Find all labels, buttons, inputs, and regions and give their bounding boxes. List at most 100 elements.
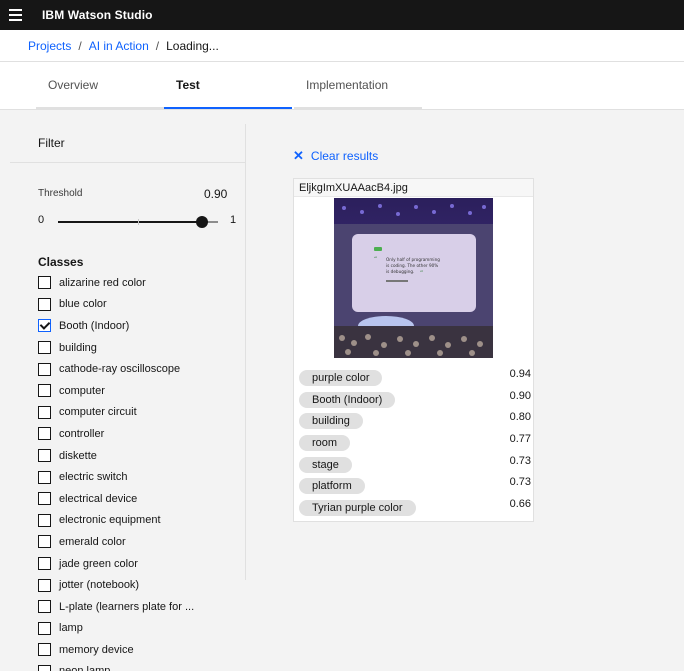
tab-overview[interactable]: Overview — [36, 62, 164, 109]
checkbox[interactable] — [38, 470, 51, 484]
class-filter-item[interactable]: computer circuit — [38, 402, 246, 424]
threshold-slider[interactable] — [58, 216, 218, 228]
class-filter-item[interactable]: cathode-ray oscilloscope — [38, 358, 246, 380]
checkbox[interactable] — [38, 557, 51, 571]
filter-panel: Filter Threshold 0.90 0 1 Classes alizar… — [0, 124, 246, 671]
checkbox[interactable] — [38, 297, 51, 311]
tab-test[interactable]: Test — [164, 62, 292, 109]
checkbox[interactable] — [38, 427, 51, 441]
class-filter-item[interactable]: controller — [38, 423, 246, 445]
checkbox[interactable] — [38, 600, 51, 614]
svg-text:is debugging.: is debugging. — [386, 269, 414, 274]
result-row: platform 0.73 — [299, 476, 531, 498]
class-filter-item[interactable]: memory device — [38, 639, 246, 661]
checkbox[interactable] — [38, 341, 51, 355]
checkbox[interactable] — [38, 621, 51, 635]
confidence-score: 0.66 — [509, 498, 531, 511]
breadcrumb: Projects / AI in Action / Loading... — [0, 30, 684, 62]
checkbox[interactable] — [38, 513, 51, 527]
class-filter-label: cathode-ray oscilloscope — [59, 363, 181, 376]
result-row: room 0.77 — [299, 433, 531, 455]
class-filter-item[interactable]: emerald color — [38, 531, 246, 553]
checkbox[interactable] — [38, 449, 51, 463]
class-filter-label: L-plate (learners plate for ... — [59, 600, 195, 613]
class-filter-label: diskette — [59, 449, 97, 462]
slider-max-label: 1 — [230, 214, 237, 226]
slider-tick — [138, 219, 139, 225]
svg-text:is coding. The other 90%: is coding. The other 90% — [386, 263, 438, 268]
top-header: IBM Watson Studio — [0, 0, 684, 30]
app-title[interactable]: IBM Watson Studio — [42, 8, 153, 22]
slider-thumb[interactable] — [196, 216, 208, 228]
tab-bar: Overview Test Implementation — [0, 62, 684, 110]
class-filter-item[interactable]: Booth (Indoor) — [38, 315, 246, 337]
result-row: Booth (Indoor) 0.90 — [299, 390, 531, 412]
class-filter-label: jade green color — [59, 557, 138, 570]
class-filter-item[interactable]: lamp — [38, 618, 246, 640]
result-row: purple color 0.94 — [299, 368, 531, 390]
checkbox[interactable] — [38, 276, 51, 290]
class-filter-item[interactable]: electric switch — [38, 466, 246, 488]
class-filter-label: computer circuit — [59, 406, 137, 419]
confidence-score: 0.94 — [509, 368, 531, 380]
checkbox[interactable] — [38, 384, 51, 398]
class-tag: platform — [299, 478, 365, 495]
class-filter-label: electronic equipment — [59, 514, 161, 527]
class-filter-item[interactable]: electronic equipment — [38, 510, 246, 532]
class-list: alizarine red color blue color Booth (Indo… — [38, 272, 246, 671]
close-icon: ✕ — [293, 148, 304, 163]
checkbox[interactable] — [38, 535, 51, 549]
breadcrumb-ai-in-action[interactable]: AI in Action — [89, 39, 149, 53]
clear-results-button[interactable]: ✕ Clear results — [293, 148, 378, 164]
checkbox[interactable] — [38, 405, 51, 419]
result-card[interactable]: EljkgImXUAAacB4.jpg “ Only half of progr… — [293, 178, 534, 522]
class-tag: purple color — [299, 370, 383, 386]
class-filter-label: emerald color — [59, 535, 126, 548]
class-filter-label: neon lamp — [59, 665, 110, 671]
class-filter-item[interactable]: jade green color — [38, 553, 246, 575]
class-filter-item[interactable]: L-plate (learners plate for ... — [38, 596, 246, 618]
class-filter-label: Booth (Indoor) — [59, 319, 130, 332]
class-filter-item[interactable]: blue color — [38, 294, 246, 316]
class-filter-item[interactable]: jotter (notebook) — [38, 574, 246, 596]
class-filter-label: lamp — [59, 622, 83, 635]
checkbox[interactable] — [38, 362, 51, 376]
confidence-score: 0.80 — [509, 411, 531, 424]
checkbox-checked[interactable] — [38, 319, 51, 333]
class-filter-label: jotter (notebook) — [59, 579, 140, 592]
confidence-score: 0.73 — [509, 476, 531, 489]
class-filter-label: blue color — [59, 298, 107, 311]
class-tag: Booth (Indoor) — [299, 391, 396, 408]
class-filter-item[interactable]: electrical device — [38, 488, 246, 510]
slider-fill — [58, 221, 202, 223]
svg-text:“: “ — [374, 256, 377, 263]
checkbox[interactable] — [38, 643, 51, 657]
class-filter-item[interactable]: alizarine red color — [38, 272, 246, 294]
class-filter-item[interactable]: neon lamp — [38, 661, 246, 671]
threshold-value: 0.90 — [204, 187, 228, 201]
class-filter-item[interactable]: computer — [38, 380, 246, 402]
class-tag: Tyrian purple color — [299, 500, 416, 517]
slider-min-label: 0 — [38, 214, 45, 226]
tab-implementation[interactable]: Implementation — [294, 62, 422, 109]
class-filter-item[interactable]: diskette — [38, 445, 246, 467]
confidence-score: 0.77 — [509, 433, 531, 446]
threshold-label: Threshold — [38, 188, 83, 199]
result-row: stage 0.73 — [299, 455, 531, 477]
result-row: building 0.80 — [299, 411, 531, 433]
svg-text:”: ” — [420, 270, 423, 277]
class-filter-label: electric switch — [59, 471, 128, 484]
checkbox[interactable] — [38, 492, 51, 506]
class-filter-item[interactable]: building — [38, 337, 246, 359]
svg-text:Only half of programming: Only half of programming — [386, 257, 440, 262]
confidence-score: 0.73 — [509, 454, 531, 467]
breadcrumb-projects[interactable]: Projects — [28, 39, 71, 53]
hamburger-menu-icon[interactable] — [0, 0, 30, 30]
confidence-score: 0.90 — [509, 389, 531, 402]
checkbox[interactable] — [38, 578, 51, 592]
filter-title: Filter — [38, 136, 65, 150]
class-filter-label: controller — [59, 427, 105, 440]
result-thumbnail[interactable]: “ Only half of programming is coding. Th… — [334, 198, 493, 358]
breadcrumb-separator: / — [78, 38, 82, 53]
checkbox[interactable] — [38, 664, 51, 671]
